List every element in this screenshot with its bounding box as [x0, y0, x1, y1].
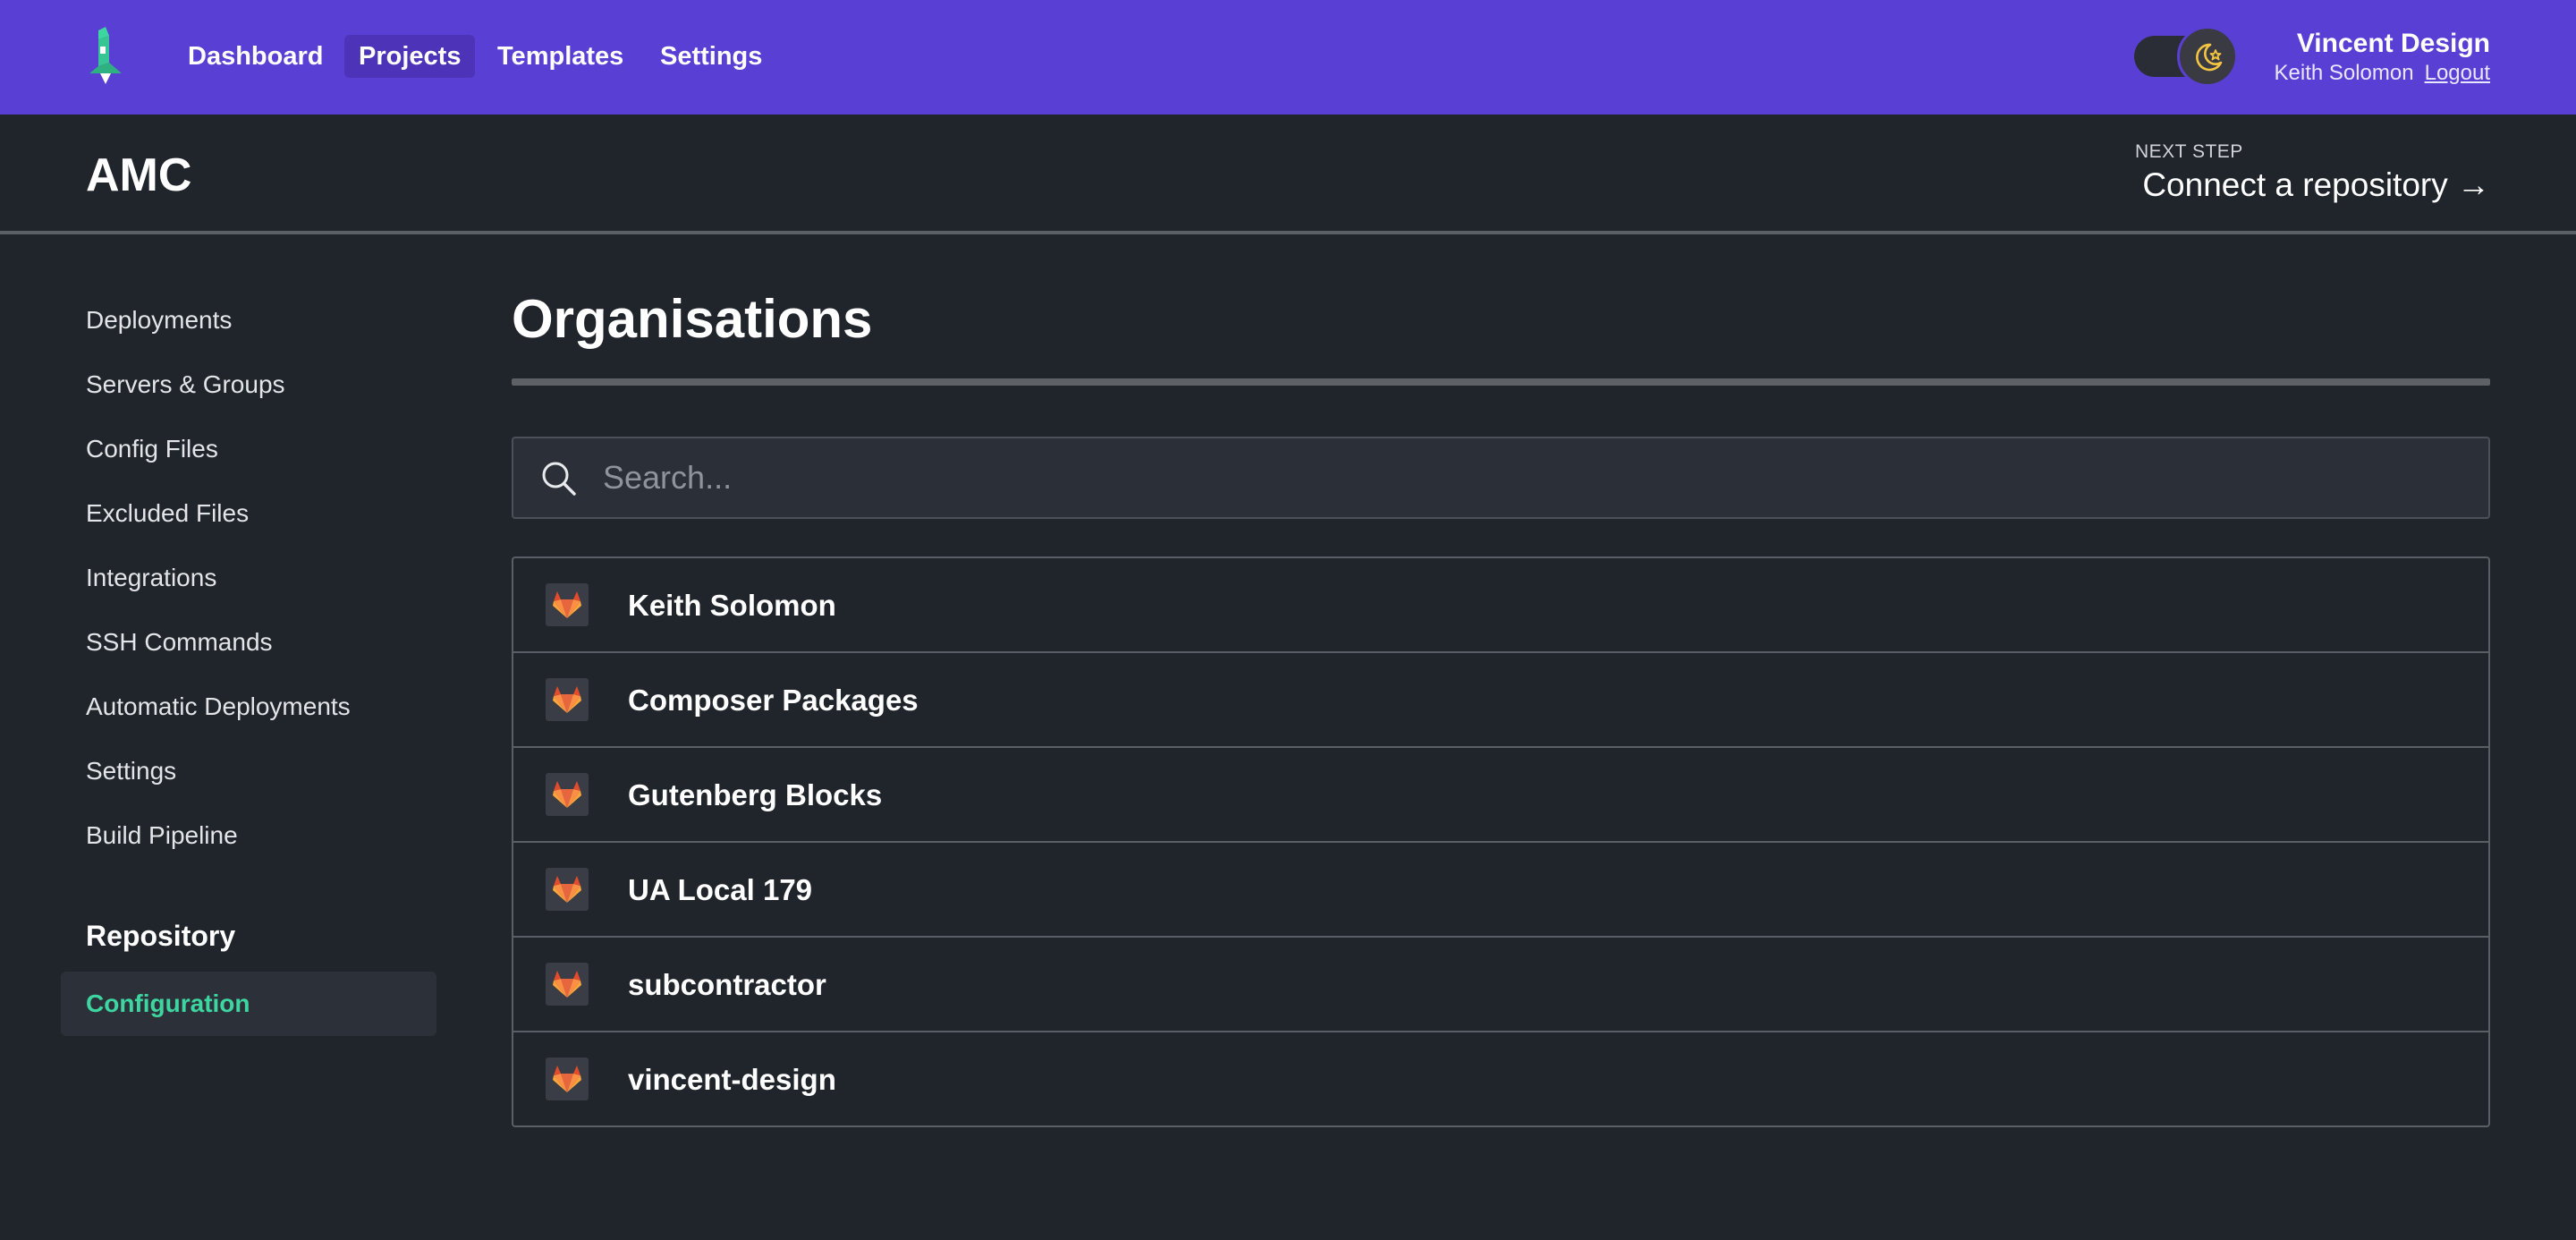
nav-projects[interactable]: Projects	[344, 35, 476, 78]
organisation-name: Gutenberg Blocks	[628, 778, 883, 811]
organisation-row-composer-packages[interactable]: Composer Packages	[513, 653, 2488, 748]
search-input[interactable]	[603, 438, 2463, 517]
organisation-name: UA Local 179	[628, 873, 813, 906]
theme-toggle-knob[interactable]	[2177, 26, 2238, 87]
organisation-row-gutenberg-blocks[interactable]: Gutenberg Blocks	[513, 748, 2488, 843]
organisation-row-keith-solomon[interactable]: Keith Solomon	[513, 558, 2488, 653]
sidebar-item-settings[interactable]: Settings	[86, 757, 176, 786]
account-user-name: Keith Solomon	[2274, 61, 2414, 85]
organisation-name: Composer Packages	[628, 684, 919, 717]
top-navigation-bar: Dashboard Projects Templates Settings Vi…	[0, 0, 2576, 115]
next-step-link[interactable]: Connect a repository →	[2142, 166, 2490, 204]
organisation-name: Keith Solomon	[628, 589, 836, 622]
sidebar-item-build-pipeline[interactable]: Build Pipeline	[86, 821, 238, 850]
nav-templates[interactable]: Templates	[483, 35, 638, 78]
sidebar-item-integrations[interactable]: Integrations	[86, 564, 216, 592]
organisation-name: vincent-design	[628, 1063, 836, 1096]
project-title: AMC	[86, 149, 192, 201]
gitlab-icon	[546, 963, 589, 1006]
organisation-name: subcontractor	[628, 968, 826, 1001]
sidebar-item-configuration-label: Configuration	[86, 989, 250, 1017]
account-organisation-name[interactable]: Vincent Design	[2297, 29, 2490, 59]
search-box[interactable]	[512, 437, 2490, 519]
project-header: AMC NEXT STEP Connect a repository →	[0, 115, 2576, 234]
logout-link[interactable]: Logout	[2425, 61, 2490, 85]
next-step-label: NEXT STEP	[2135, 141, 2243, 162]
title-divider	[512, 378, 2490, 386]
sidebar-item-configuration[interactable]: Configuration	[61, 972, 436, 1036]
gitlab-icon	[546, 583, 589, 626]
gitlab-icon	[546, 868, 589, 911]
organisation-row-ua-local-179[interactable]: UA Local 179	[513, 843, 2488, 938]
sidebar-section-repository: Repository	[86, 920, 236, 952]
account-user-line: Keith Solomon Logout	[2275, 61, 2491, 86]
gitlab-icon	[546, 1057, 589, 1100]
gitlab-icon	[546, 678, 589, 721]
page-title: Organisations	[512, 289, 873, 349]
sidebar-item-automatic-deployments[interactable]: Automatic Deployments	[86, 692, 351, 721]
app-logo-icon[interactable]	[86, 27, 132, 86]
organisation-row-vincent-design[interactable]: vincent-design	[513, 1032, 2488, 1125]
sidebar-item-ssh-commands[interactable]: SSH Commands	[86, 628, 273, 657]
nav-settings[interactable]: Settings	[646, 35, 776, 78]
sidebar-item-deployments[interactable]: Deployments	[86, 306, 232, 335]
sidebar-item-config-files[interactable]: Config Files	[86, 435, 218, 463]
nav-dashboard[interactable]: Dashboard	[174, 35, 337, 78]
sidebar-item-excluded-files[interactable]: Excluded Files	[86, 499, 249, 528]
sidebar-item-servers-groups[interactable]: Servers & Groups	[86, 370, 285, 399]
organisation-list: Keith Solomon Composer Packages Gutenber…	[512, 556, 2490, 1127]
gitlab-icon	[546, 773, 589, 816]
organisation-row-subcontractor[interactable]: subcontractor	[513, 938, 2488, 1032]
